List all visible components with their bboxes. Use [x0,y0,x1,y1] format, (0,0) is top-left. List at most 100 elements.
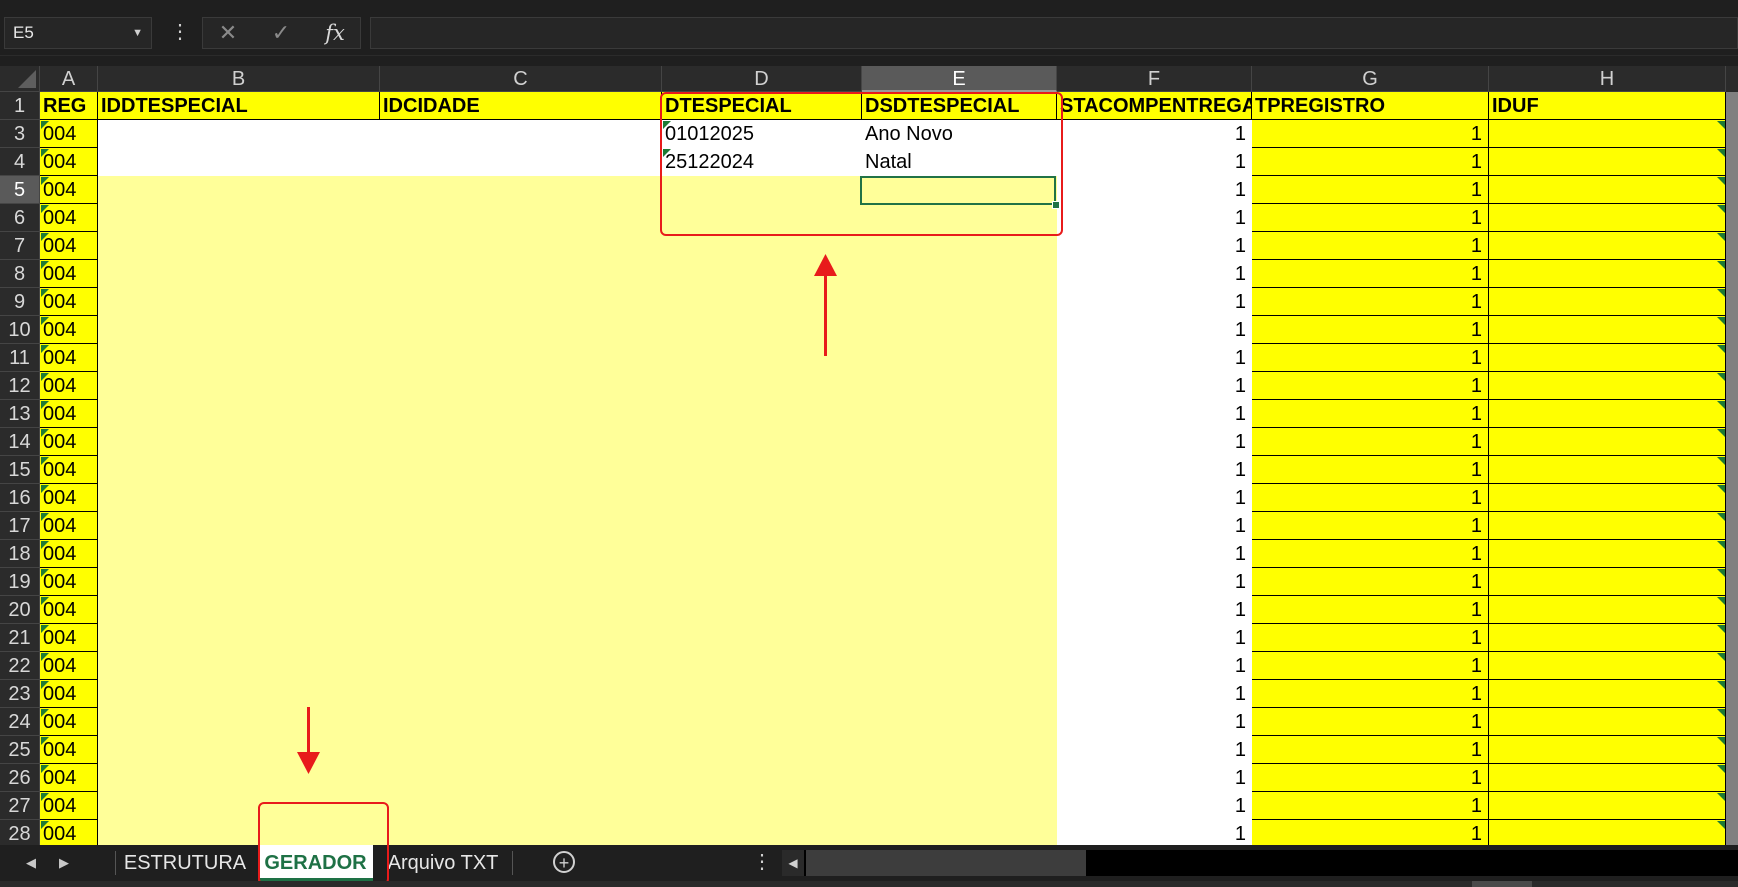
cell-dsdtespecial[interactable] [862,764,1057,792]
row-header[interactable]: 6 [0,204,40,232]
cell-dtespecial[interactable] [662,652,862,680]
cell-reg[interactable]: 004 [40,596,98,624]
row-header[interactable]: 18 [0,540,40,568]
cell-iddtespecial[interactable] [98,652,380,680]
cell-idcidade[interactable] [380,204,662,232]
header-cell-f[interactable]: STACOMPENTREGA [1057,92,1252,120]
cell-iddtespecial[interactable] [98,400,380,428]
cell-idcidade[interactable] [380,680,662,708]
cell-stacompentrega[interactable]: 1 [1057,120,1252,148]
column-header-e[interactable]: E [862,66,1057,92]
cell-dsdtespecial[interactable] [862,316,1057,344]
cell-tpregistro[interactable]: 1 [1252,316,1489,344]
cell-iduf[interactable] [1489,484,1726,512]
cell-stacompentrega[interactable]: 1 [1057,176,1252,204]
cell-iddtespecial[interactable] [98,764,380,792]
cell-iddtespecial[interactable] [98,260,380,288]
cell-reg[interactable]: 004 [40,652,98,680]
cell-reg[interactable]: 004 [40,372,98,400]
cell-iduf[interactable] [1489,316,1726,344]
more-options-icon[interactable]: ⋮ [752,845,772,881]
cell-dtespecial[interactable] [662,736,862,764]
column-header-f[interactable]: F [1057,66,1252,92]
cell-stacompentrega[interactable]: 1 [1057,484,1252,512]
cell-stacompentrega[interactable]: 1 [1057,232,1252,260]
cell-tpregistro[interactable]: 1 [1252,372,1489,400]
cell-dtespecial[interactable] [662,316,862,344]
cell-tpregistro[interactable]: 1 [1252,792,1489,820]
formula-input[interactable] [370,17,1738,49]
cell-iddtespecial[interactable] [98,232,380,260]
cell-dsdtespecial[interactable] [862,400,1057,428]
cell-dsdtespecial[interactable] [862,736,1057,764]
cell-dtespecial[interactable] [662,484,862,512]
select-all-corner[interactable] [0,66,40,92]
cell-idcidade[interactable] [380,512,662,540]
cell-dsdtespecial[interactable] [862,708,1057,736]
cell-reg[interactable]: 004 [40,344,98,372]
cell-iduf[interactable] [1489,596,1726,624]
cell-iddtespecial[interactable] [98,176,380,204]
cell-stacompentrega[interactable]: 1 [1057,652,1252,680]
cell-iduf[interactable] [1489,372,1726,400]
cell-iddtespecial[interactable] [98,344,380,372]
worksheet-grid[interactable]: ABCDEFGH 1 REG IDDTESPECIAL IDCIDADE DTESPEC… [0,66,1738,845]
cell-reg[interactable]: 004 [40,568,98,596]
cell-iduf[interactable] [1489,288,1726,316]
cell-dsdtespecial[interactable] [862,568,1057,596]
cancel-icon[interactable]: ✕ [208,18,248,48]
cell-tpregistro[interactable]: 1 [1252,596,1489,624]
cell-tpregistro[interactable]: 1 [1252,652,1489,680]
row-header[interactable]: 19 [0,568,40,596]
cell-dsdtespecial[interactable] [862,288,1057,316]
cell-tpregistro[interactable]: 1 [1252,820,1489,845]
cell-iduf[interactable] [1489,652,1726,680]
cell-iduf[interactable] [1489,456,1726,484]
cell-tpregistro[interactable]: 1 [1252,344,1489,372]
cell-dsdtespecial[interactable] [862,232,1057,260]
cell-dtespecial[interactable] [662,764,862,792]
row-header[interactable]: 17 [0,512,40,540]
cell-idcidade[interactable] [380,148,662,176]
row-header[interactable]: 26 [0,764,40,792]
cell-reg[interactable]: 004 [40,512,98,540]
cell-tpregistro[interactable]: 1 [1252,176,1489,204]
row-header[interactable]: 22 [0,652,40,680]
cell-dtespecial[interactable]: 25122024 [662,148,862,176]
cell-iduf[interactable] [1489,176,1726,204]
cell-reg[interactable]: 004 [40,624,98,652]
cell-stacompentrega[interactable]: 1 [1057,736,1252,764]
cell-iddtespecial[interactable] [98,456,380,484]
row-header[interactable]: 5 [0,176,40,204]
cell-stacompentrega[interactable]: 1 [1057,400,1252,428]
cell-idcidade[interactable] [380,288,662,316]
cell-dtespecial[interactable] [662,288,862,316]
column-header-h[interactable]: H [1489,66,1726,92]
cell-dsdtespecial[interactable] [862,680,1057,708]
fill-handle[interactable] [1052,201,1060,209]
cell-dtespecial[interactable] [662,792,862,820]
row-header[interactable]: 4 [0,148,40,176]
cell-iddtespecial[interactable] [98,372,380,400]
row-header[interactable]: 15 [0,456,40,484]
cell-stacompentrega[interactable]: 1 [1057,372,1252,400]
cell-dtespecial[interactable] [662,344,862,372]
cell-iddtespecial[interactable] [98,680,380,708]
cell-reg[interactable]: 004 [40,708,98,736]
cell-dsdtespecial[interactable] [862,596,1057,624]
cell-dsdtespecial[interactable] [862,484,1057,512]
cell-reg[interactable]: 004 [40,820,98,845]
cell-idcidade[interactable] [380,120,662,148]
cell-reg[interactable]: 004 [40,484,98,512]
column-header-c[interactable]: C [380,66,662,92]
cell-reg[interactable]: 004 [40,120,98,148]
cell-tpregistro[interactable]: 1 [1252,428,1489,456]
horizontal-scrollbar[interactable]: ◀ [782,850,1738,876]
cell-iduf[interactable] [1489,540,1726,568]
cell-stacompentrega[interactable]: 1 [1057,316,1252,344]
cell-reg[interactable]: 004 [40,232,98,260]
cell-iddtespecial[interactable] [98,736,380,764]
cell-dtespecial[interactable] [662,204,862,232]
cell-dsdtespecial[interactable] [862,792,1057,820]
row-header[interactable]: 3 [0,120,40,148]
